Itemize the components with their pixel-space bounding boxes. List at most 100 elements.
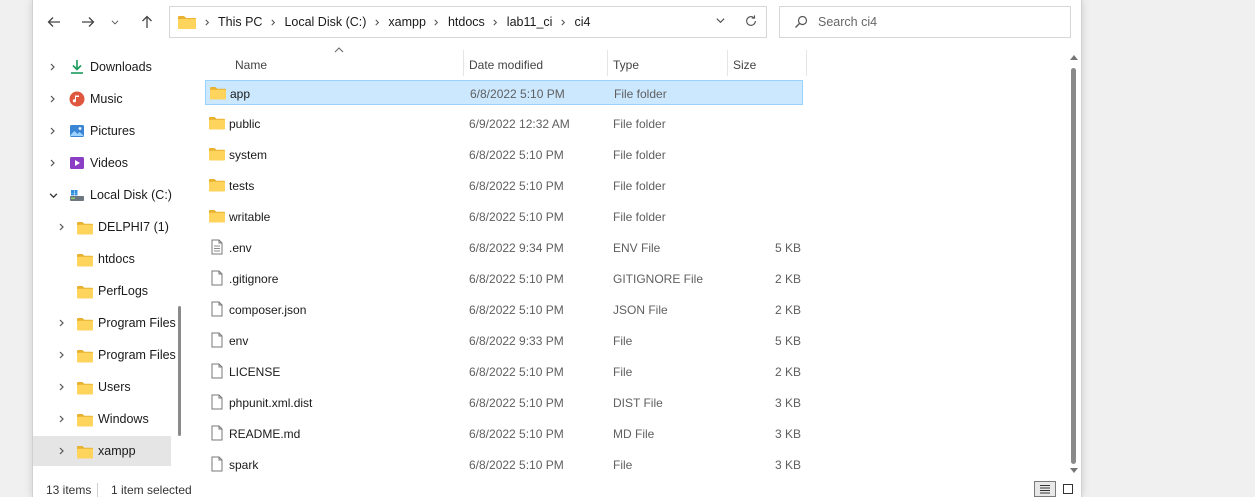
large-icons-view-button[interactable]: [1057, 481, 1079, 497]
file-row[interactable]: .gitignore 6/8/2022 5:10 PM GITIGNORE File…: [205, 266, 803, 291]
scrollbar-thumb[interactable]: [1071, 68, 1076, 464]
search-input[interactable]: [818, 15, 1058, 29]
file-date-modified: 6/8/2022 9:34 PM: [469, 241, 564, 255]
chevron-right-icon[interactable]: [201, 16, 213, 28]
chevron-right-icon[interactable]: [48, 62, 58, 72]
folder-icon: [77, 254, 93, 267]
details-view-button[interactable]: [1034, 481, 1056, 497]
sidebar-item-local-disk[interactable]: Local Disk (C:): [33, 180, 172, 210]
sidebar-item-label: Music: [90, 92, 123, 106]
file-row[interactable]: phpunit.xml.dist 6/8/2022 5:10 PM DIST Fil…: [205, 390, 803, 415]
file-row[interactable]: composer.json 6/8/2022 5:10 PM JSON File 2 …: [205, 297, 803, 322]
address-history-button[interactable]: [715, 15, 726, 29]
file-name: public: [229, 117, 261, 131]
file-row[interactable]: tests 6/8/2022 5:10 PM File folder: [205, 173, 803, 198]
chevron-right-icon[interactable]: [490, 16, 502, 28]
chevron-right-icon[interactable]: [57, 446, 67, 456]
column-divider[interactable]: [806, 50, 807, 76]
search-icon: [795, 15, 808, 28]
column-divider[interactable]: [607, 50, 608, 76]
chevron-right-icon[interactable]: [48, 126, 58, 136]
sidebar-item-xampp[interactable]: xampp: [33, 436, 171, 466]
file-row[interactable]: .env 6/8/2022 9:34 PM ENV File 5 KB: [205, 235, 803, 260]
folder-icon: [77, 350, 93, 363]
file-row[interactable]: LICENSE 6/8/2022 5:10 PM File 2 KB: [205, 359, 803, 384]
sidebar-item-delphi7[interactable]: DELPHI7 (1): [33, 212, 171, 242]
recent-locations-button[interactable]: [105, 10, 125, 34]
breadcrumb-local-disk[interactable]: Local Disk (C:): [284, 15, 366, 29]
sidebar-scrollbar[interactable]: [178, 306, 181, 436]
chevron-right-icon[interactable]: [57, 350, 67, 360]
chevron-right-icon[interactable]: [267, 16, 279, 28]
column-header-name[interactable]: Name: [235, 52, 267, 78]
scroll-down-arrow-icon[interactable]: [1070, 468, 1078, 474]
file-size: 2 KB: [774, 365, 801, 379]
sidebar-item-label: htdocs: [98, 252, 135, 266]
chevron-right-icon[interactable]: [48, 94, 58, 104]
file-list-scrollbar[interactable]: [1068, 50, 1080, 478]
column-header-date[interactable]: Date modified: [469, 52, 543, 78]
file-date-modified: 6/8/2022 5:10 PM: [469, 396, 564, 410]
file-row[interactable]: spark 6/8/2022 5:10 PM File 3 KB: [205, 452, 803, 477]
column-divider[interactable]: [727, 50, 728, 76]
breadcrumb-this-pc[interactable]: This PC: [218, 15, 262, 29]
file-row[interactable]: env 6/8/2022 9:33 PM File 5 KB: [205, 328, 803, 353]
breadcrumb-xampp[interactable]: xampp: [388, 15, 426, 29]
sidebar-item-users[interactable]: Users: [33, 372, 171, 402]
chevron-right-icon[interactable]: [57, 382, 67, 392]
sidebar-item-pictures[interactable]: Pictures: [33, 116, 171, 146]
chevron-right-icon[interactable]: [371, 16, 383, 28]
large-icons-view-icon: [1063, 484, 1073, 494]
file-name: spark: [229, 458, 259, 472]
breadcrumb-ci4[interactable]: ci4: [574, 15, 590, 29]
sidebar-item-label: Pictures: [90, 124, 136, 138]
chevron-right-icon[interactable]: [557, 16, 569, 28]
file-row[interactable]: app 6/8/2022 5:10 PM File folder: [205, 80, 803, 105]
chevron-right-icon[interactable]: [57, 318, 67, 328]
chevron-right-icon[interactable]: [57, 222, 67, 232]
sidebar-item-label: Windows: [98, 412, 149, 426]
file-date-modified: 6/8/2022 5:10 PM: [469, 210, 564, 224]
up-button[interactable]: [134, 10, 160, 34]
sidebar-item-program-files-x86[interactable]: Program Files: [33, 340, 176, 370]
forward-button[interactable]: [75, 10, 101, 34]
file-name: .env: [229, 241, 252, 255]
file-name: README.md: [229, 427, 301, 441]
file-date-modified: 6/8/2022 5:10 PM: [470, 87, 565, 101]
back-button[interactable]: [41, 10, 67, 34]
file-list-pane: Name Date modified Type Size app 6/8/2022…: [183, 44, 1081, 484]
file-name: env: [229, 334, 249, 348]
file-type: ENV File: [613, 241, 661, 255]
sidebar-item-perflogs[interactable]: PerfLogs: [33, 276, 171, 306]
refresh-button[interactable]: [744, 14, 758, 31]
sidebar-item-label: DELPHI7 (1): [98, 220, 169, 234]
sidebar-item-htdocs[interactable]: htdocs: [33, 244, 171, 274]
search-box[interactable]: [779, 6, 1071, 38]
chevron-down-icon[interactable]: [48, 190, 58, 200]
sidebar-item-music[interactable]: Music: [33, 84, 171, 114]
status-divider: [97, 483, 98, 497]
chevron-right-icon[interactable]: [57, 414, 67, 424]
address-bar[interactable]: This PC Local Disk (C:) xampp htdocs lab…: [169, 6, 767, 38]
file-row[interactable]: public 6/9/2022 12:32 AM File folder: [205, 111, 803, 136]
text-file-icon: [211, 239, 223, 255]
navigation-pane: Downloads Music Pictures Videos Local Di…: [33, 44, 183, 484]
file-name: system: [229, 148, 268, 162]
sidebar-item-videos[interactable]: Videos: [33, 148, 171, 178]
chevron-right-icon[interactable]: [48, 158, 58, 168]
file-row[interactable]: README.md 6/8/2022 5:10 PM MD File 3 KB: [205, 421, 803, 446]
scroll-up-arrow-icon[interactable]: [1070, 54, 1078, 60]
column-header-size[interactable]: Size: [733, 52, 756, 78]
sidebar-item-program-files[interactable]: Program Files: [33, 308, 176, 338]
column-header-type[interactable]: Type: [613, 52, 639, 78]
folder-icon: [209, 148, 225, 161]
sidebar-item-windows[interactable]: Windows: [33, 404, 171, 434]
breadcrumb-lab11-ci[interactable]: lab11_ci: [507, 15, 553, 29]
chevron-right-icon[interactable]: [431, 16, 443, 28]
breadcrumb-htdocs[interactable]: htdocs: [448, 15, 485, 29]
file-row[interactable]: system 6/8/2022 5:10 PM File folder: [205, 142, 803, 167]
sidebar-item-downloads[interactable]: Downloads: [33, 52, 171, 82]
column-divider[interactable]: [463, 50, 464, 76]
folder-icon: [77, 382, 93, 395]
file-row[interactable]: writable 6/8/2022 5:10 PM File folder: [205, 204, 803, 229]
